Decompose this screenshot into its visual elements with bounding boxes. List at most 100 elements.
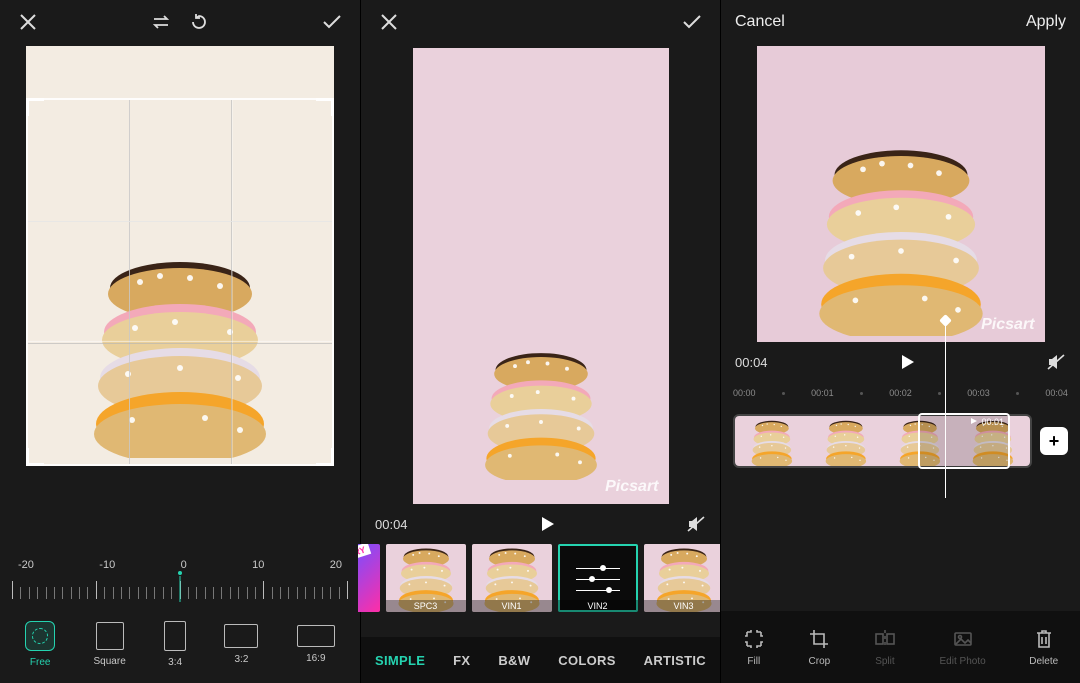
time-label: 00:04	[735, 355, 768, 370]
crop-topbar	[0, 0, 360, 44]
filter-pane: Picsart 00:04 TRYSPC3VIN1VIN2VIN3 SIMPLE…	[360, 0, 720, 683]
watermark: Picsart	[605, 478, 658, 496]
tool-label: Fill	[747, 656, 760, 667]
ruler-tick	[213, 587, 214, 599]
ruler-tick	[297, 587, 298, 599]
crop-pane: -20-1001020 FreeSquare3:43:216:9	[0, 0, 360, 683]
ruler-tick	[280, 587, 281, 599]
tab-colors[interactable]: COLORS	[558, 653, 615, 668]
crop-handle[interactable]	[316, 98, 334, 116]
filter-label: VIN3	[644, 600, 724, 612]
filter-vin3[interactable]: VIN3	[644, 544, 724, 612]
ruler-tick	[113, 587, 114, 599]
time-ruler: 00:0000:0100:0200:0300:04	[721, 382, 1080, 404]
ruler-tick	[87, 587, 88, 599]
tool-label: Crop	[809, 656, 831, 667]
ruler-tick	[12, 581, 13, 599]
ruler-tick	[71, 587, 72, 599]
crop-area[interactable]	[26, 46, 334, 466]
filter-tabs: SIMPLE FX B&W COLORS ARTISTIC	[361, 637, 720, 683]
play-icon[interactable]	[538, 515, 556, 533]
playbar: 00:04	[361, 504, 720, 544]
ruler-tick	[129, 587, 130, 599]
rotate-swap-icon[interactable]	[147, 8, 175, 36]
ruler-tick	[255, 587, 256, 599]
time-tick: 00:01	[811, 388, 834, 398]
timeline[interactable]: 00:01 +	[721, 404, 1080, 478]
tab-bw[interactable]: B&W	[498, 653, 530, 668]
ruler-tick	[347, 581, 348, 599]
ruler-tick	[121, 587, 122, 599]
clip-selection[interactable]: 00:01	[918, 413, 1010, 469]
crop-handle[interactable]	[26, 98, 44, 116]
apply-button[interactable]: Apply	[1026, 13, 1066, 31]
ruler-tick	[221, 587, 222, 599]
ruler-tick	[96, 581, 97, 599]
aspect-3-4[interactable]: 3:4	[164, 621, 186, 668]
time-dot	[860, 392, 863, 395]
playhead[interactable]	[945, 316, 946, 498]
time-label: 00:04	[375, 517, 408, 532]
tool-delete[interactable]: Delete	[1029, 628, 1058, 667]
ruler-label: -20	[18, 559, 34, 571]
aspect-label: 16:9	[306, 653, 325, 664]
crop-canvas[interactable]	[0, 44, 360, 549]
crop-handle[interactable]	[26, 448, 44, 466]
ruler-label: 10	[252, 559, 264, 571]
add-clip-button[interactable]: +	[1040, 427, 1068, 455]
play-icon[interactable]	[898, 353, 916, 371]
close-icon[interactable]	[375, 8, 403, 36]
redo-icon[interactable]	[185, 8, 213, 36]
close-icon[interactable]	[14, 8, 42, 36]
tool-crop[interactable]: Crop	[808, 628, 830, 667]
aspect-square[interactable]: Square	[94, 622, 126, 667]
mute-icon[interactable]	[1046, 353, 1066, 371]
filter-banner[interactable]: TRY	[358, 544, 380, 612]
aspect-free[interactable]: Free	[25, 621, 55, 668]
ruler-tick	[263, 581, 264, 599]
video-preview[interactable]: Picsart	[757, 46, 1045, 342]
mute-icon[interactable]	[686, 515, 706, 533]
straighten-ruler[interactable]: -20-1001020	[0, 549, 360, 611]
time-tick: 00:03	[967, 388, 990, 398]
filter-vin1[interactable]: VIN1	[472, 544, 552, 612]
ruler-tick	[272, 587, 273, 599]
filter-spc3[interactable]: SPC3	[386, 544, 466, 612]
aspect-3-2[interactable]: 3:2	[224, 624, 258, 665]
filter-vin2[interactable]: VIN2	[558, 544, 638, 612]
ruler-tick	[196, 587, 197, 599]
crop-icon	[808, 628, 830, 650]
crop-handle[interactable]	[316, 448, 334, 466]
time-dot	[938, 392, 941, 395]
time-tick: 00:00	[733, 388, 756, 398]
ruler-tick	[171, 587, 172, 599]
tool-fill[interactable]: Fill	[743, 628, 765, 667]
editor-canvas: Picsart 00:04 00:0000:0100:0200:0300:04	[721, 44, 1080, 683]
ruler-label: -10	[99, 559, 115, 571]
crop-grid[interactable]	[26, 98, 334, 466]
editor-topbar: Cancel Apply	[721, 0, 1080, 44]
ruler-tick	[288, 587, 289, 599]
tab-fx[interactable]: FX	[453, 653, 470, 668]
ruler-tick	[230, 587, 231, 599]
tab-simple[interactable]: SIMPLE	[375, 653, 425, 668]
confirm-icon[interactable]	[318, 8, 346, 36]
ruler-tick	[339, 587, 340, 599]
filter-strip: TRY SPC3VIN1 VIN2 VIN3	[358, 544, 724, 622]
tab-artistic[interactable]: ARTISTIC	[644, 653, 706, 668]
video-preview[interactable]: Picsart	[413, 48, 669, 504]
split-icon	[874, 628, 896, 650]
aspect-row: Free Square 3:4 3:2 16:9	[0, 611, 360, 683]
ruler-tick	[205, 587, 206, 599]
clip-duration: 00:01	[981, 417, 1004, 427]
cancel-button[interactable]: Cancel	[735, 13, 785, 31]
filter-label: VIN2	[558, 600, 638, 612]
tool-label: Edit Photo	[940, 656, 986, 667]
aspect-16-9[interactable]: 16:9	[297, 625, 335, 664]
ruler-tick	[163, 587, 164, 599]
confirm-icon[interactable]	[678, 8, 706, 36]
ruler-tick	[247, 587, 248, 599]
aspect-label: 3:2	[235, 654, 249, 665]
ruler-tick	[20, 587, 21, 599]
time-dot	[782, 392, 785, 395]
